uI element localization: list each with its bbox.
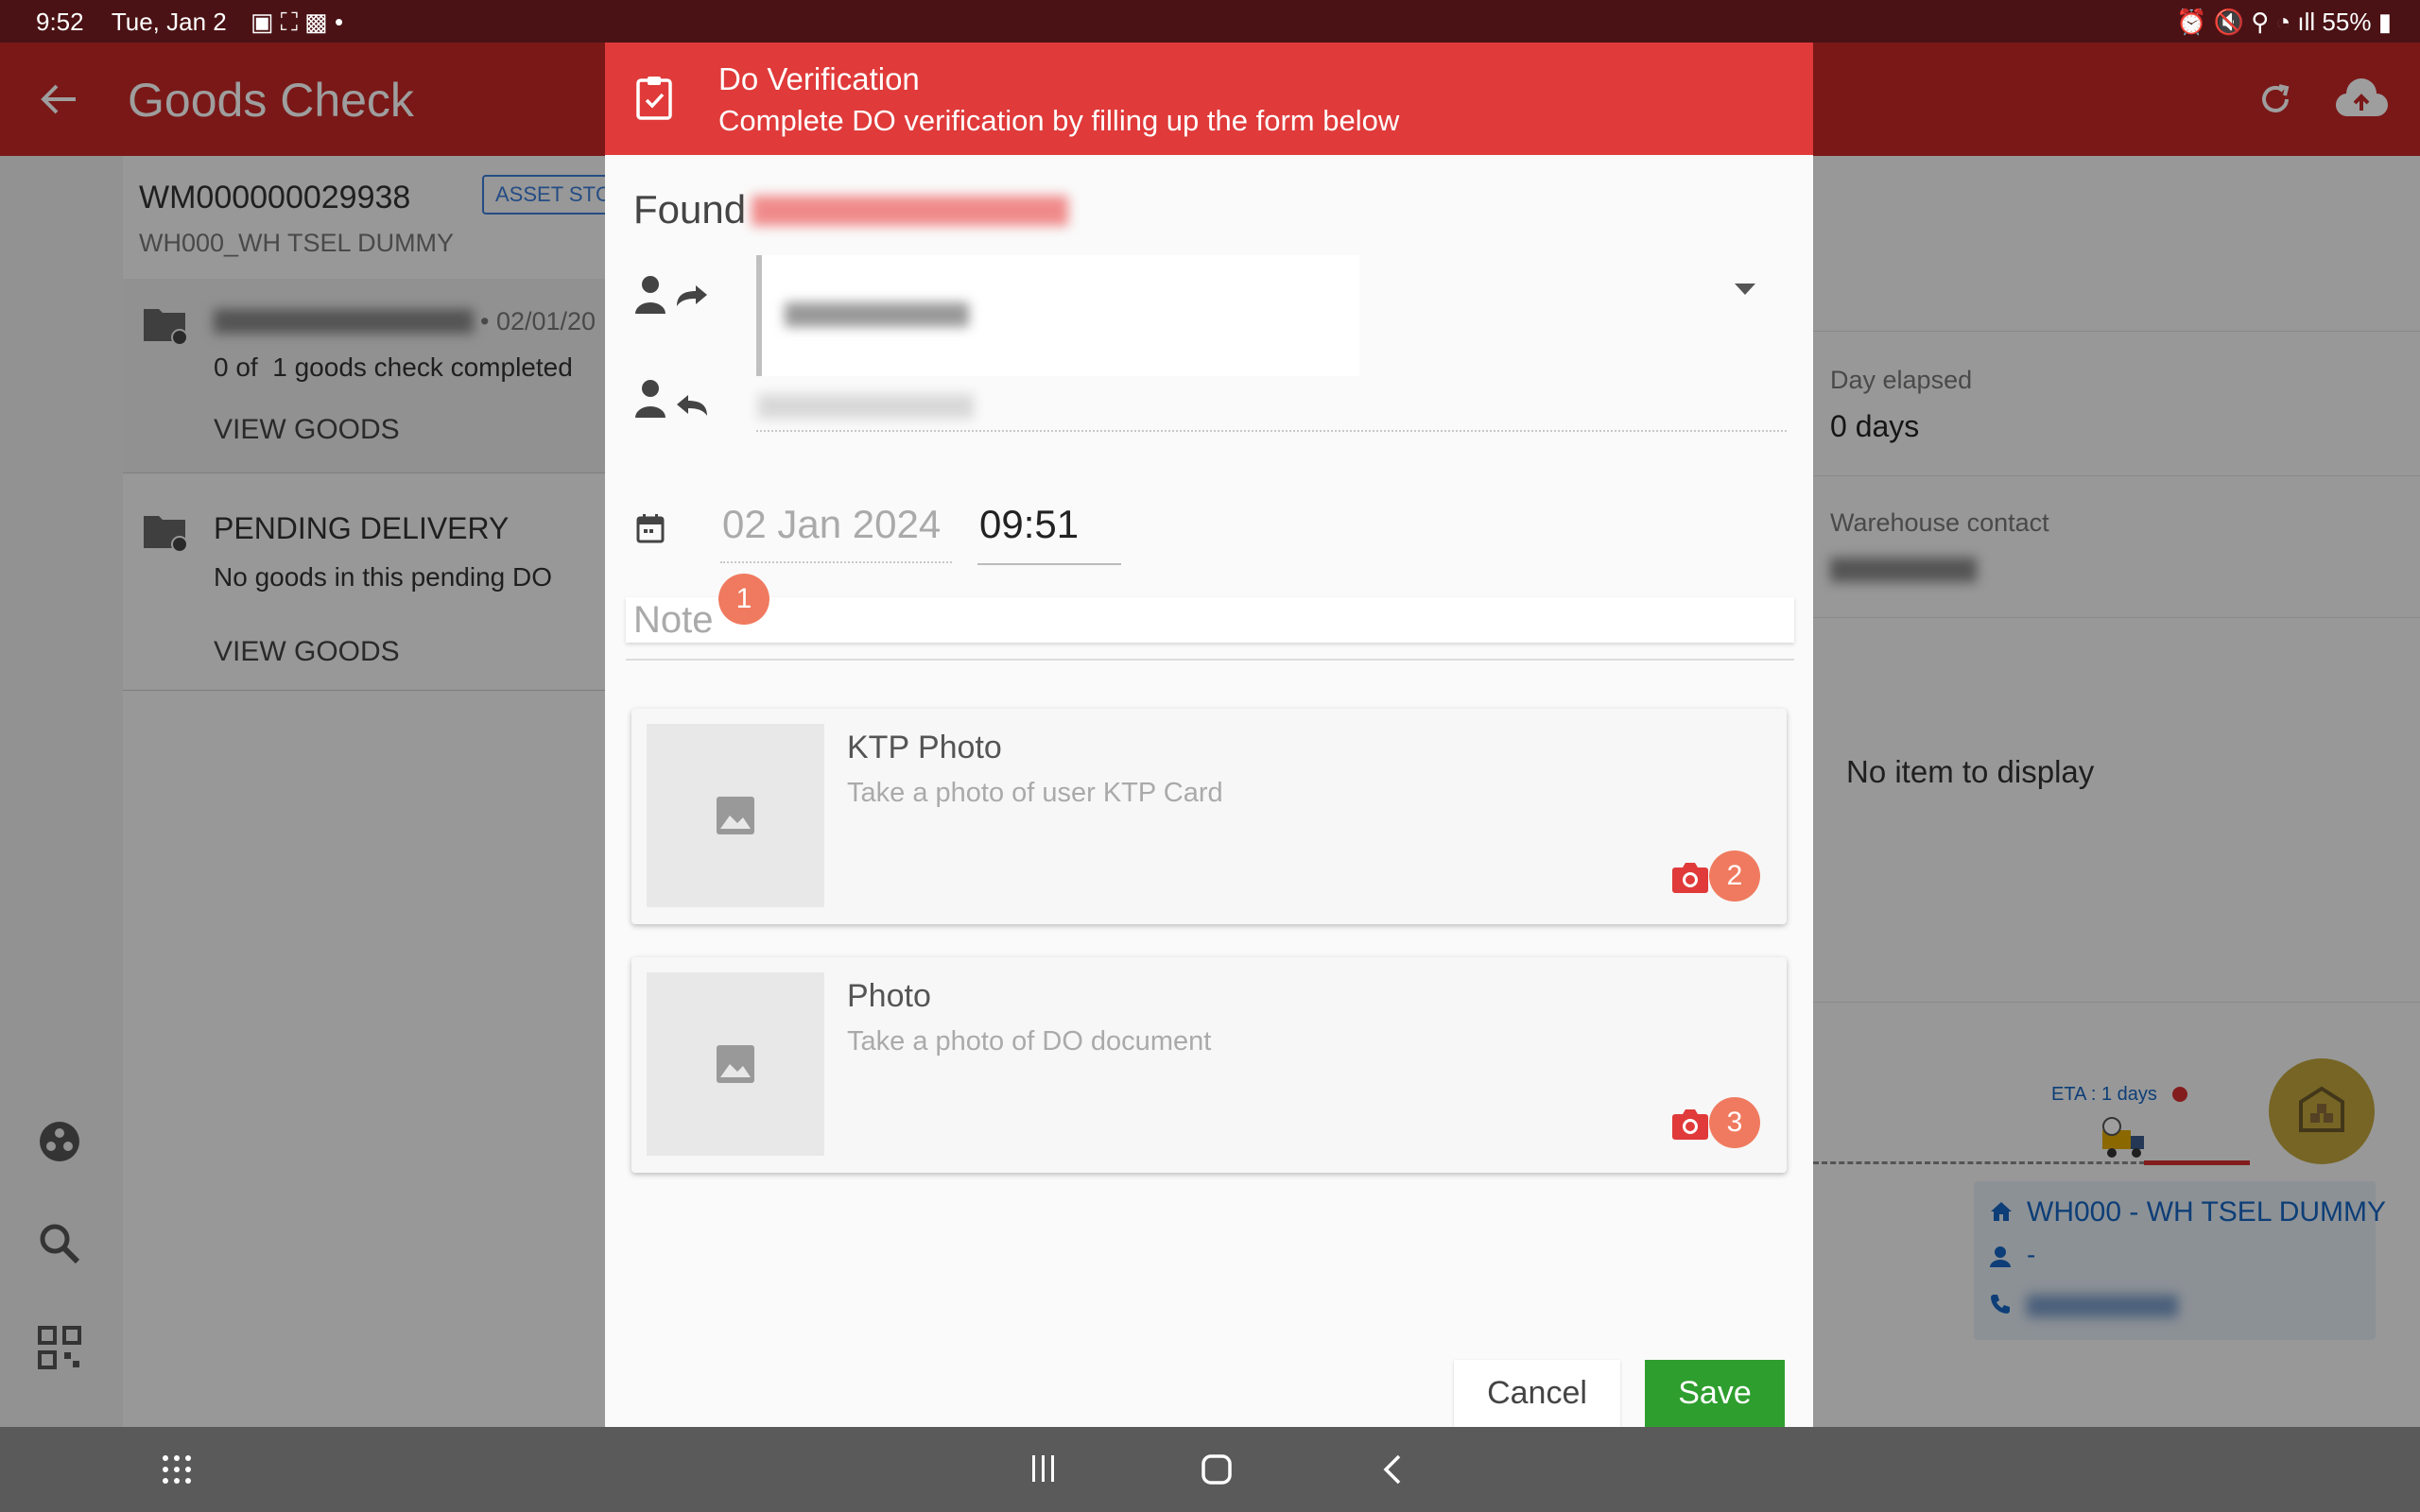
dialog-header: Do Verification Complete DO verification… (605, 43, 1813, 155)
note-input[interactable]: Note (626, 597, 1794, 643)
do-verification-dialog: Do Verification Complete DO verification… (605, 43, 1813, 1427)
app-drawer-icon[interactable] (161, 1453, 193, 1486)
found-label: Found (633, 187, 747, 232)
image-placeholder-icon (717, 1045, 754, 1083)
date-underline (720, 561, 952, 563)
card-title: Photo (847, 978, 931, 1014)
dialog-title: Do Verification (718, 61, 920, 96)
card-subtitle: Take a photo of user KTP Card (847, 778, 1223, 808)
sender-dropdown[interactable] (756, 255, 1359, 376)
note-underline (626, 659, 1794, 661)
back-icon[interactable] (1380, 1453, 1405, 1486)
system-navigation-bar (0, 1427, 2420, 1512)
battery-level: 55% (2322, 8, 2372, 36)
camera-icon[interactable] (1671, 860, 1709, 894)
notification-icons: ▣ ⛶ ▩ • (250, 8, 344, 36)
battery-icon: ▮ (2377, 8, 2392, 36)
card-title: KTP Photo (847, 730, 1002, 765)
system-icons: ⏰ 🔇 ⚲ ◔ ıll (2176, 8, 2316, 36)
ktp-photo-thumbnail[interactable] (647, 724, 824, 907)
step-badge-1: 1 (718, 574, 769, 625)
receiver-value-redacted (758, 394, 974, 419)
person-forward-icon (635, 276, 707, 314)
do-photo-thumbnail[interactable] (647, 972, 824, 1156)
home-button-icon[interactable] (1201, 1453, 1233, 1486)
recent-apps-icon[interactable] (1028, 1453, 1059, 1484)
time-field[interactable]: 09:51 (979, 502, 1079, 547)
person-reply-icon (635, 380, 707, 418)
found-do-number-redacted (752, 196, 1068, 226)
clipboard-check-icon (636, 77, 672, 120)
date-field[interactable]: 02 Jan 2024 (722, 502, 941, 547)
calendar-icon (636, 514, 665, 543)
ktp-photo-card[interactable]: KTP Photo Take a photo of user KTP Card … (631, 709, 1787, 924)
status-date: Tue, Jan 2 (111, 8, 227, 36)
save-button[interactable]: Save (1645, 1360, 1785, 1427)
status-time: 9:52 (36, 8, 84, 36)
image-placeholder-icon (717, 797, 754, 834)
do-photo-card[interactable]: Photo Take a photo of DO document 3 (631, 957, 1787, 1173)
dialog-subtitle: Complete DO verification by filling up t… (718, 104, 1400, 137)
note-placeholder: Note (633, 599, 714, 641)
camera-icon[interactable] (1671, 1107, 1709, 1141)
time-underline (977, 563, 1121, 565)
step-badge-2: 2 (1709, 850, 1760, 902)
sender-value-redacted (785, 302, 969, 327)
receiver-field[interactable] (756, 430, 1787, 432)
step-badge-3: 3 (1709, 1097, 1760, 1148)
chevron-down-icon[interactable] (1733, 282, 1757, 297)
status-bar: 9:52 Tue, Jan 2 ▣ ⛶ ▩ • ⏰ 🔇 ⚲ ◔ ıll 55% … (0, 0, 2420, 43)
cancel-button[interactable]: Cancel (1454, 1360, 1620, 1427)
card-subtitle: Take a photo of DO document (847, 1026, 1212, 1057)
